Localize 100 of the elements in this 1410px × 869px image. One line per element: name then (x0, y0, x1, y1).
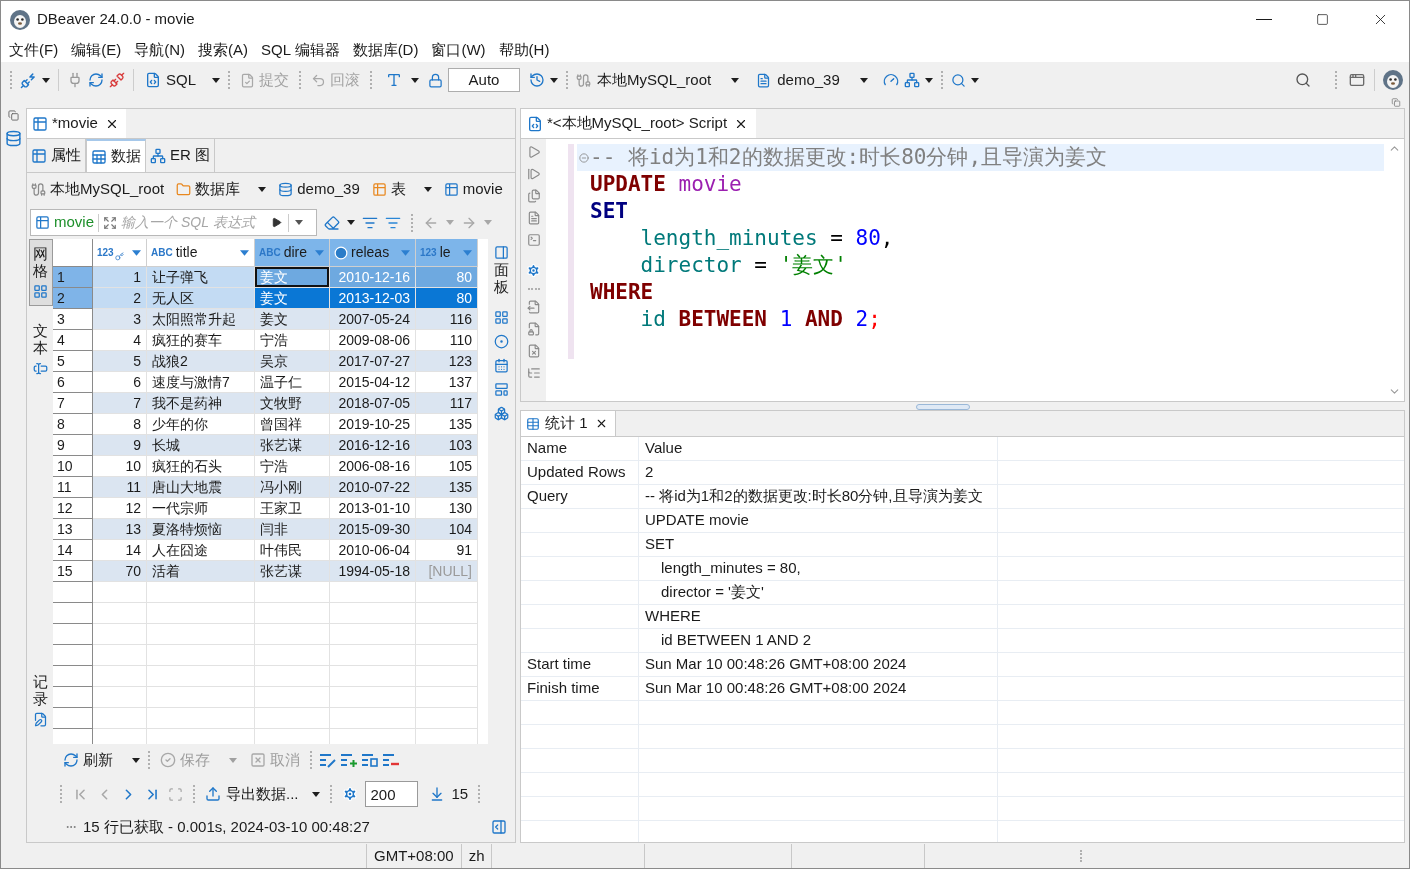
menu-item[interactable]: SQL 编辑器 (261, 38, 340, 62)
database-selector[interactable]: demo_39 (776, 67, 841, 93)
cable-icon[interactable] (576, 72, 591, 88)
plug-icon[interactable] (20, 71, 37, 89)
type-icon[interactable] (386, 72, 402, 88)
list-minus-icon[interactable] (383, 752, 399, 768)
breadcrumb-item[interactable]: 表 (371, 177, 432, 202)
search-icon[interactable] (1295, 72, 1311, 88)
editor-tab[interactable]: *<本地MySQL_root> Script (521, 109, 757, 138)
caret-icon[interactable] (347, 220, 355, 225)
boxes-icon[interactable] (494, 406, 509, 421)
caret-icon[interactable] (411, 77, 419, 83)
plug-icon[interactable] (67, 72, 83, 88)
menu-item[interactable]: 导航(N) (134, 38, 185, 62)
list-tree-icon[interactable] (526, 366, 541, 380)
app-logo-icon[interactable] (10, 9, 30, 30)
caret-icon[interactable] (924, 77, 933, 83)
transaction-mode-field[interactable]: Auto (448, 68, 520, 92)
column-header[interactable]: 123 le (416, 239, 478, 267)
view-tab[interactable]: 记录 (28, 667, 53, 734)
breadcrumb-item[interactable]: 本地MySQL_root (31, 177, 165, 202)
restore-icon[interactable] (1391, 98, 1401, 107)
column-header[interactable]: ABC title (147, 239, 255, 267)
panels-tab[interactable]: 面板 (494, 245, 509, 295)
row-number[interactable]: 6 (53, 372, 93, 393)
filter-bar[interactable]: movie 输入一个 SQL 表达式 (30, 209, 317, 236)
step-forward-icon[interactable] (526, 167, 541, 181)
caret-icon[interactable] (258, 187, 267, 192)
list-copy-icon[interactable] (362, 752, 378, 768)
fetch-size-field[interactable]: 200 (364, 781, 418, 807)
menu-item[interactable]: 数据库(D) (352, 38, 419, 62)
unplug-icon[interactable] (109, 72, 125, 88)
result-tab[interactable]: 统计 1 (521, 411, 616, 436)
caret-icon[interactable] (311, 791, 320, 797)
network-icon[interactable] (903, 72, 920, 88)
lock-icon[interactable] (428, 72, 443, 88)
grid-icon[interactable] (494, 310, 509, 325)
menu-item[interactable]: 搜索(A) (198, 38, 248, 62)
gauge-icon[interactable] (882, 72, 899, 88)
breadcrumb-item[interactable]: movie (443, 177, 503, 202)
row-number[interactable]: 14 (53, 540, 93, 561)
caret-icon[interactable] (859, 77, 868, 83)
expand-icon[interactable] (103, 215, 117, 230)
row-number[interactable]: 12 (53, 498, 93, 519)
caret-icon[interactable] (423, 187, 432, 192)
row-number[interactable]: 15 (53, 561, 93, 582)
file-x-icon[interactable] (526, 344, 541, 358)
sql-editor-button[interactable]: SQL (142, 67, 199, 93)
settings-icon[interactable] (526, 263, 541, 278)
eraser-icon[interactable] (324, 214, 340, 231)
editor-tab[interactable]: *movie (27, 109, 126, 138)
row-number[interactable]: 4 (53, 330, 93, 351)
menu-item[interactable]: 文件(F) (9, 38, 59, 62)
menu-item[interactable]: 编辑(E) (71, 38, 122, 62)
caret-icon[interactable] (731, 77, 740, 83)
row-number[interactable]: 7 (53, 393, 93, 414)
search-icon[interactable] (950, 72, 966, 88)
circle-dot-icon[interactable] (494, 334, 509, 349)
app-logo-icon[interactable] (1383, 70, 1403, 90)
caret-icon[interactable] (42, 77, 50, 83)
document-icon[interactable] (526, 211, 541, 225)
row-number[interactable]: 13 (53, 519, 93, 540)
menu-item[interactable]: 窗口(W) (431, 38, 486, 62)
panel-toggle-icon[interactable] (491, 819, 507, 835)
window-icon[interactable] (1349, 72, 1365, 88)
list-plus-icon[interactable] (341, 752, 357, 768)
caret-icon[interactable] (295, 220, 303, 225)
file-lock-icon[interactable] (526, 322, 541, 336)
row-number[interactable]: 3 (53, 309, 93, 330)
row-number[interactable]: 9 (53, 435, 93, 456)
breadcrumb-item[interactable]: 数据库 (176, 177, 267, 202)
file-output-icon[interactable] (526, 300, 541, 314)
terminal-icon[interactable] (526, 233, 541, 247)
caret-icon[interactable] (550, 77, 558, 83)
database-icon[interactable] (5, 130, 22, 147)
layout-icon[interactable] (494, 382, 509, 397)
list-pen-icon[interactable] (320, 752, 336, 768)
restore-icon[interactable] (8, 110, 19, 121)
export-button[interactable]: 导出数据... (205, 782, 299, 806)
sub-tab[interactable]: 数据 (86, 139, 146, 172)
row-number[interactable]: 10 (53, 456, 93, 477)
column-header[interactable]: 123 (93, 239, 147, 267)
row-number[interactable]: 8 (53, 414, 93, 435)
view-tab[interactable]: 文本 (28, 316, 53, 383)
caret-icon[interactable] (132, 757, 140, 763)
breadcrumb-item[interactable]: demo_39 (278, 177, 360, 202)
history-icon[interactable] (529, 72, 545, 88)
filter-input[interactable]: 输入一个 SQL 表达式 (121, 212, 267, 233)
settings-icon[interactable] (341, 786, 358, 802)
view-tab[interactable]: 网格 (28, 239, 53, 306)
files-icon[interactable] (526, 189, 541, 203)
column-header[interactable]: releas (330, 239, 416, 267)
menu-item[interactable]: 帮助(H) (498, 38, 550, 62)
caret-icon[interactable] (212, 77, 220, 83)
row-number[interactable]: 11 (53, 477, 93, 498)
calendar-icon[interactable] (494, 358, 509, 373)
refresh-button[interactable]: 刷新 (61, 748, 115, 772)
play-icon[interactable] (271, 216, 282, 229)
row-number[interactable]: 1 (53, 267, 93, 288)
splitter-handle[interactable] (915, 404, 970, 410)
